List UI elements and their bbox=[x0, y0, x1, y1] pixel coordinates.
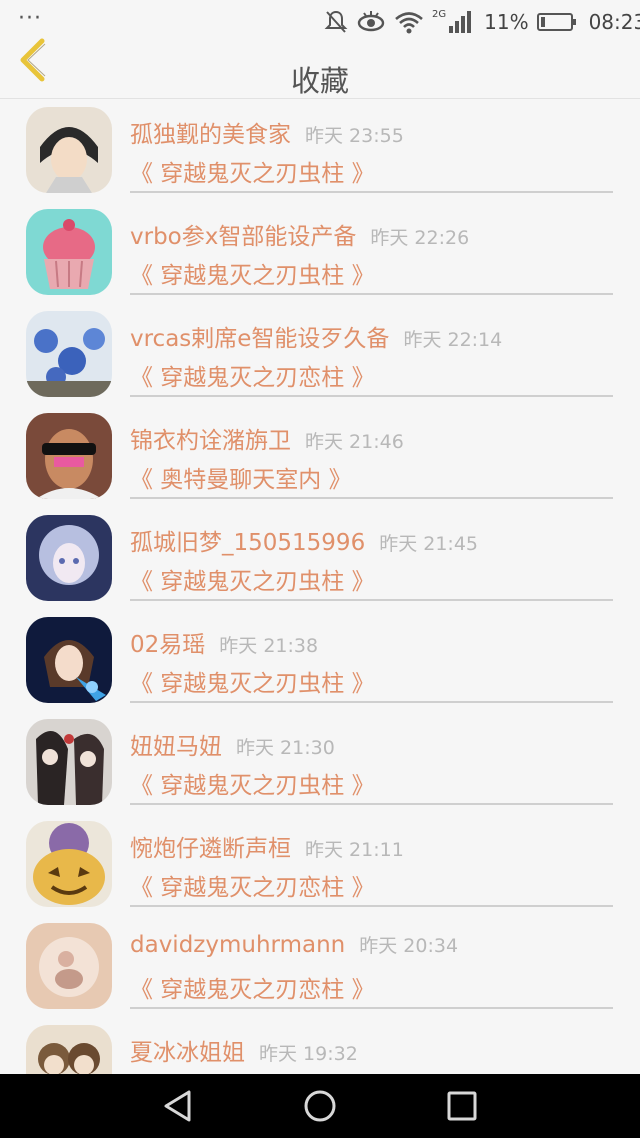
story-title: 《 穿越鬼灭之刃恋柱 》 bbox=[130, 365, 375, 391]
divider bbox=[130, 395, 613, 397]
back-triangle-icon bbox=[164, 1090, 191, 1122]
user-name: 惋炮仔遴断声桓 bbox=[130, 836, 291, 862]
avatar bbox=[26, 413, 112, 499]
user-name: davidzymuhrmann bbox=[130, 932, 346, 958]
list-item[interactable]: 锦衣杓诠潴旃卫 昨天 21:46 《 奥特曼聊天室内 》 bbox=[0, 405, 640, 507]
divider bbox=[130, 599, 613, 601]
avatar bbox=[26, 617, 112, 703]
story-title: 《 奥特曼聊天室内 》 bbox=[130, 467, 352, 493]
eye-icon bbox=[357, 11, 385, 32]
system-nav-bar bbox=[0, 1074, 640, 1138]
divider bbox=[130, 293, 613, 295]
timestamp: 昨天 20:34 bbox=[359, 935, 459, 957]
mute-icon bbox=[324, 10, 348, 33]
status-bar: ··· 2G 11% 08:23 bbox=[0, 0, 640, 44]
clock: 08:23 bbox=[588, 10, 640, 34]
signal-icon bbox=[449, 11, 472, 33]
timestamp: 昨天 21:46 bbox=[305, 431, 404, 453]
header: 收藏 bbox=[0, 38, 640, 99]
avatar bbox=[26, 515, 112, 601]
timestamp: 昨天 21:30 bbox=[236, 737, 335, 759]
divider bbox=[130, 497, 613, 499]
nav-back-button[interactable] bbox=[160, 1088, 196, 1124]
story-title: 《 穿越鬼灭之刃虫柱 》 bbox=[130, 773, 375, 799]
home-circle-icon bbox=[304, 1090, 336, 1122]
nav-recents-button[interactable] bbox=[444, 1088, 480, 1124]
nav-home-button[interactable] bbox=[302, 1088, 338, 1124]
battery-icon bbox=[536, 13, 576, 31]
list-item[interactable]: 孤独觐的美食家 昨天 23:55 《 穿越鬼灭之刃虫柱 》 bbox=[0, 99, 640, 201]
divider bbox=[130, 905, 613, 907]
list-item[interactable]: 夏冰冰姐姐 昨天 19:32 bbox=[0, 1017, 640, 1074]
timestamp: 昨天 21:45 bbox=[379, 533, 478, 555]
list-item[interactable]: vrcas剌席e智能设歹久备 昨天 22:14 《 穿越鬼灭之刃恋柱 》 bbox=[0, 303, 640, 405]
timestamp: 昨天 22:26 bbox=[370, 227, 470, 249]
favorites-list: 孤独觐的美食家 昨天 23:55 《 穿越鬼灭之刃虫柱 》 vrbo参x智部能设产… bbox=[0, 99, 640, 1074]
timestamp: 昨天 19:32 bbox=[259, 1043, 358, 1065]
list-item[interactable]: vrbo参x智部能设产备 昨天 22:26 《 穿越鬼灭之刃虫柱 》 bbox=[0, 201, 640, 303]
user-name: vrcas剌席e智能设歹久备 bbox=[130, 326, 390, 352]
battery-percent: 11% bbox=[484, 10, 529, 34]
divider bbox=[130, 191, 613, 193]
divider bbox=[130, 701, 613, 703]
user-name: 妞妞马妞 bbox=[130, 734, 222, 760]
user-name: 孤城旧梦_150515996 bbox=[130, 530, 366, 556]
recents-square-icon bbox=[447, 1091, 477, 1121]
list-item[interactable]: 妞妞马妞 昨天 21:30 《 穿越鬼灭之刃虫柱 》 bbox=[0, 711, 640, 813]
divider bbox=[130, 803, 613, 805]
avatar bbox=[26, 209, 112, 295]
user-name: 锦衣杓诠潴旃卫 bbox=[130, 428, 291, 454]
network-type: 2G bbox=[432, 8, 447, 20]
user-name: 02易瑶 bbox=[130, 632, 206, 658]
story-title: 《 穿越鬼灭之刃虫柱 》 bbox=[130, 161, 375, 187]
user-name: 孤独觐的美食家 bbox=[130, 122, 291, 148]
timestamp: 昨天 21:11 bbox=[305, 839, 404, 861]
list-item[interactable]: 孤城旧梦_150515996 昨天 21:45 《 穿越鬼灭之刃虫柱 》 bbox=[0, 507, 640, 609]
notification-dots: ··· bbox=[18, 6, 42, 31]
user-name: 夏冰冰姐姐 bbox=[130, 1040, 245, 1066]
story-title: 《 穿越鬼灭之刃虫柱 》 bbox=[130, 263, 375, 289]
avatar bbox=[26, 821, 112, 907]
avatar bbox=[26, 719, 112, 805]
story-title: 《 穿越鬼灭之刃虫柱 》 bbox=[130, 569, 375, 595]
avatar bbox=[26, 923, 112, 1009]
story-title: 《 穿越鬼灭之刃虫柱 》 bbox=[130, 671, 375, 697]
wifi-icon bbox=[395, 12, 423, 34]
list-item[interactable]: 02易瑶 昨天 21:38 《 穿越鬼灭之刃虫柱 》 bbox=[0, 609, 640, 711]
avatar bbox=[26, 311, 112, 397]
timestamp: 昨天 22:14 bbox=[403, 329, 503, 351]
page-title: 收藏 bbox=[290, 64, 349, 98]
list-item[interactable]: 惋炮仔遴断声桓 昨天 21:11 《 穿越鬼灭之刃恋柱 》 bbox=[0, 813, 640, 915]
timestamp: 昨天 21:38 bbox=[219, 635, 319, 657]
status-icons: 2G 11% 08:23 bbox=[324, 9, 640, 35]
timestamp: 昨天 23:55 bbox=[305, 125, 404, 147]
story-title: 《 穿越鬼灭之刃恋柱 》 bbox=[130, 875, 375, 901]
divider bbox=[130, 1007, 613, 1009]
avatar bbox=[26, 107, 112, 193]
avatar bbox=[26, 1025, 112, 1074]
list-item[interactable]: davidzymuhrmann 昨天 20:34 《 穿越鬼灭之刃恋柱 》 bbox=[0, 915, 640, 1017]
user-name: vrbo参x智部能设产备 bbox=[130, 224, 357, 250]
story-title: 《 穿越鬼灭之刃恋柱 》 bbox=[130, 977, 375, 1003]
